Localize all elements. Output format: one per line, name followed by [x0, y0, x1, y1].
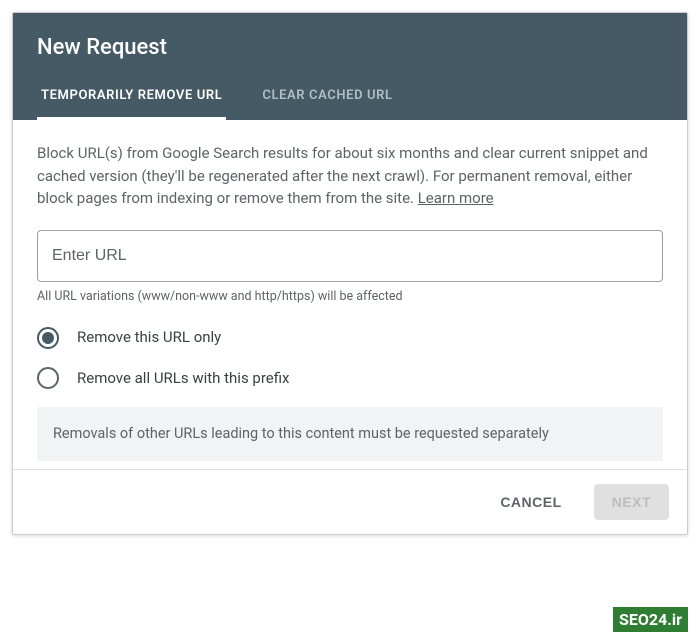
- watermark: SEO24.ir: [613, 607, 688, 632]
- dialog-header: New Request TEMPORARILY REMOVE URL CLEAR…: [13, 13, 687, 120]
- option-remove-this-url-only[interactable]: Remove this URL only: [37, 326, 663, 349]
- url-input[interactable]: [37, 230, 663, 282]
- description-content: Block URL(s) from Google Search results …: [37, 144, 648, 207]
- option-remove-all-urls-with-prefix[interactable]: Remove all URLs with this prefix: [37, 367, 663, 390]
- radio-icon: [37, 327, 59, 349]
- tab-temporarily-remove-url[interactable]: TEMPORARILY REMOVE URL: [37, 88, 226, 120]
- tab-clear-cached-url[interactable]: CLEAR CACHED URL: [258, 88, 396, 120]
- cancel-button[interactable]: CANCEL: [482, 484, 579, 520]
- option-label: Remove all URLs with this prefix: [77, 367, 290, 390]
- next-button[interactable]: NEXT: [594, 484, 669, 520]
- description-text: Block URL(s) from Google Search results …: [37, 142, 663, 210]
- url-hint: All URL variations (www/non-www and http…: [37, 288, 663, 307]
- new-request-dialog: New Request TEMPORARILY REMOVE URL CLEAR…: [12, 12, 688, 535]
- dialog-footer: CANCEL NEXT: [13, 469, 687, 534]
- dialog-title: New Request: [37, 35, 663, 60]
- note-box: Removals of other URLs leading to this c…: [37, 407, 663, 461]
- tabs: TEMPORARILY REMOVE URL CLEAR CACHED URL: [37, 88, 663, 120]
- dialog-body: Block URL(s) from Google Search results …: [13, 120, 687, 469]
- radio-icon: [37, 367, 59, 389]
- learn-more-link[interactable]: Learn more: [418, 189, 494, 207]
- option-label: Remove this URL only: [77, 326, 221, 349]
